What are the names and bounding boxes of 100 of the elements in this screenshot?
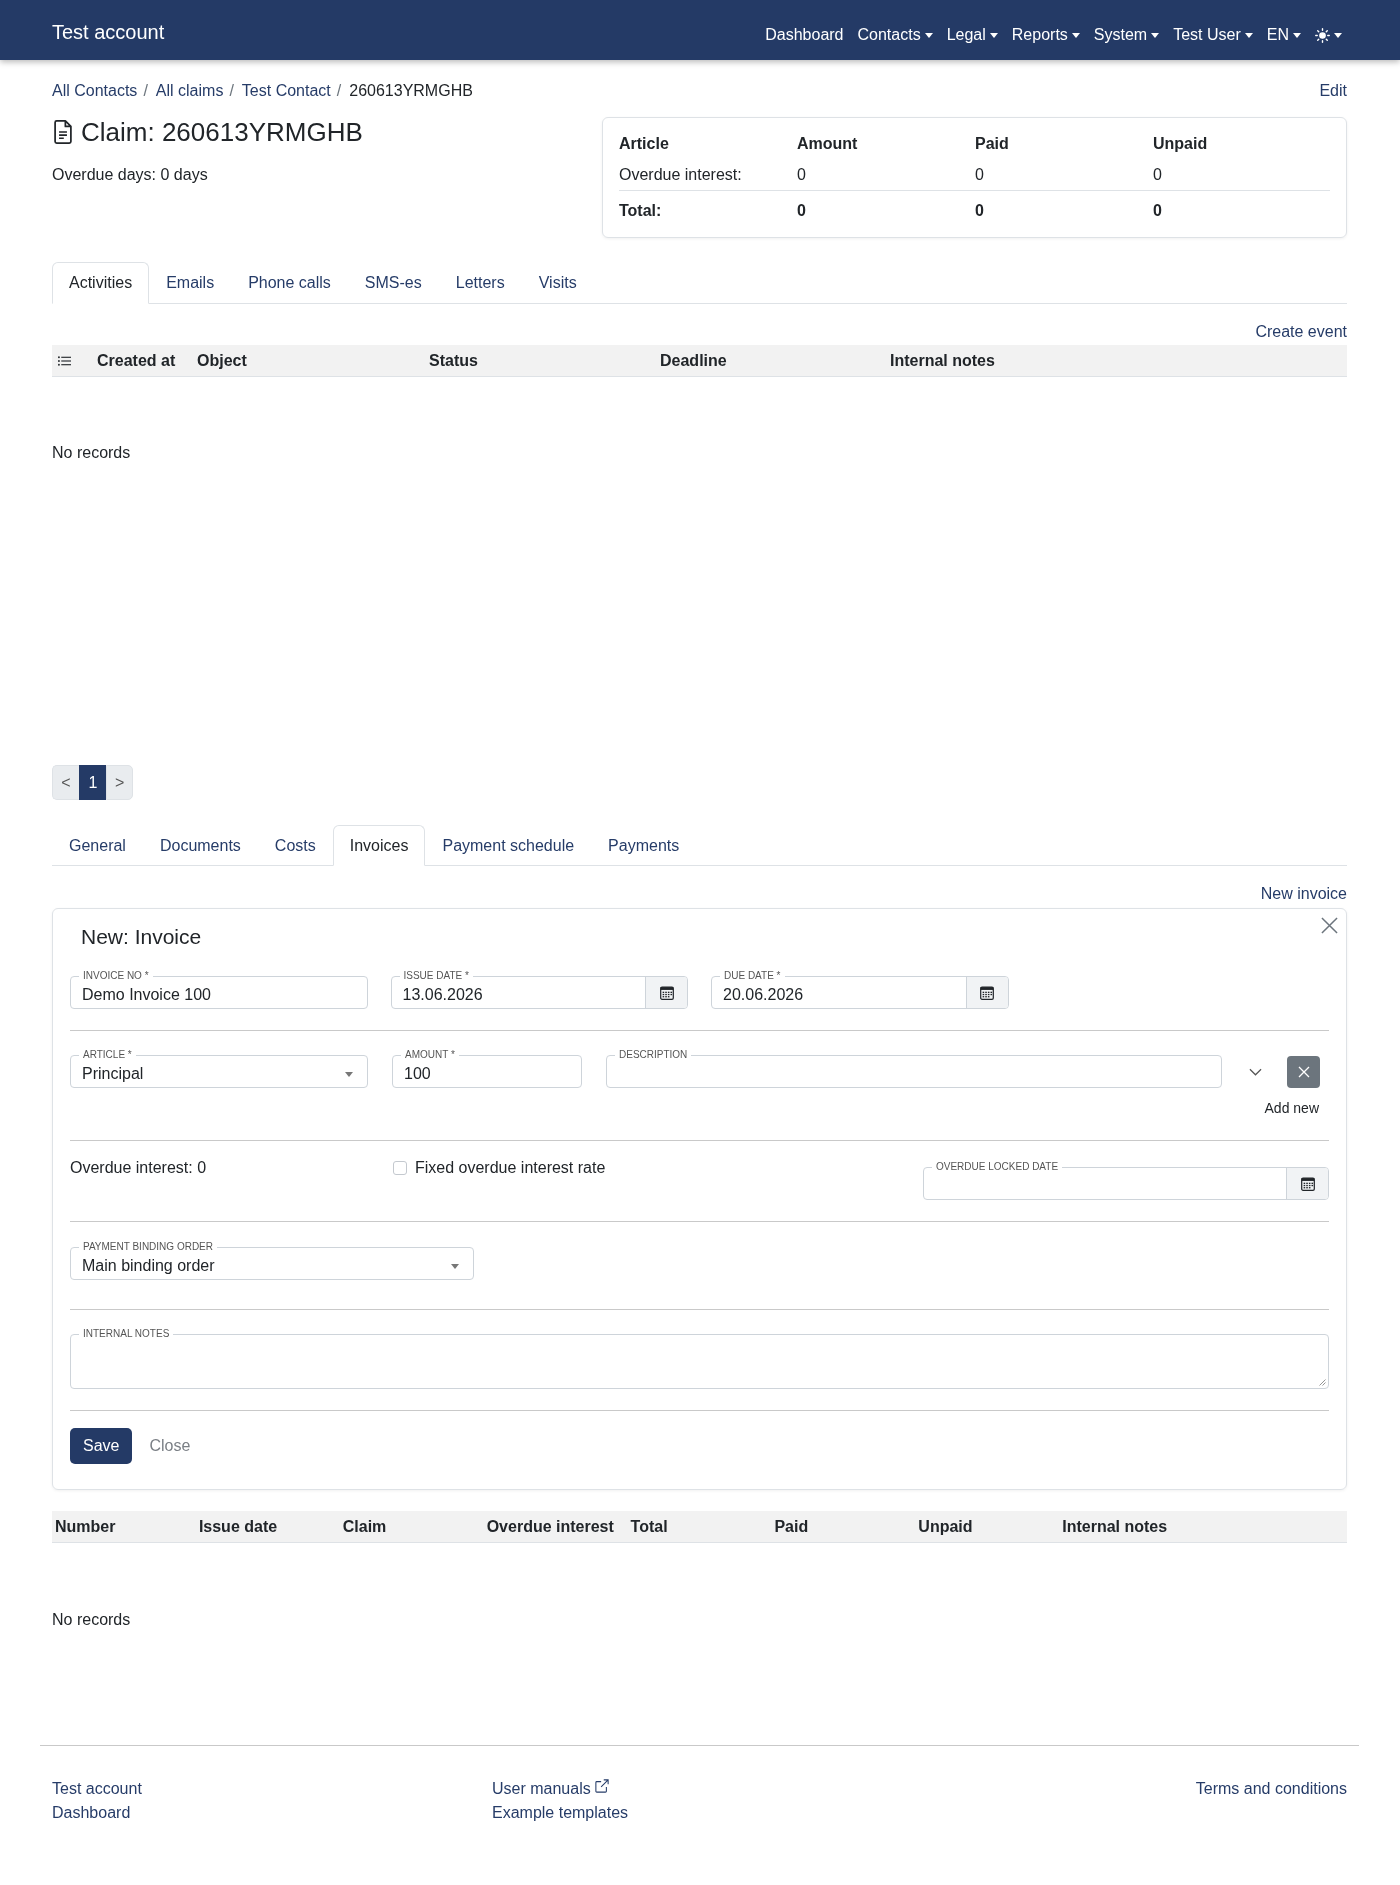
select-field[interactable]: PAYMENT BINDING ORDER Main binding order <box>70 1241 474 1280</box>
field-label: INVOICE NO * <box>82 970 150 982</box>
table-cell-text: 0 <box>797 166 807 184</box>
calendar-button[interactable] <box>965 977 1008 1008</box>
tab[interactable]: General <box>52 825 143 866</box>
breadcrumb-link[interactable]: All Contacts <box>52 79 138 103</box>
nav-dropdown[interactable]: Legal <box>946 23 998 47</box>
tab[interactable]: Payment schedule <box>425 825 592 866</box>
footer-link[interactable]: User manuals <box>492 1777 609 1801</box>
brand-link[interactable]: Test account <box>52 18 165 46</box>
field-label: PAYMENT BINDING ORDER <box>82 1241 214 1253</box>
calendar-icon <box>1300 1176 1315 1191</box>
tab[interactable]: Invoices <box>332 825 426 866</box>
caret-icon <box>1334 32 1342 38</box>
breadcrumb-link[interactable]: Test Contact <box>241 79 331 103</box>
column-header: Object <box>196 351 248 370</box>
column-header: Overdue interest <box>485 1517 615 1536</box>
caret-icon <box>451 1263 459 1269</box>
pagination-next[interactable]: > <box>106 765 134 800</box>
create-event-link[interactable]: Create event <box>1255 320 1347 344</box>
nav-dropdown[interactable]: Reports <box>1011 23 1080 47</box>
new-invoice-link[interactable]: New invoice <box>1260 882 1347 906</box>
field-label: ISSUE DATE * <box>402 970 470 982</box>
page-button[interactable]: 1 <box>79 765 106 800</box>
tab[interactable]: Documents <box>142 825 258 866</box>
tab[interactable]: Payments <box>591 825 697 866</box>
calendar-button[interactable] <box>1286 1168 1328 1199</box>
textarea-field[interactable]: INTERNAL NOTES <box>70 1328 1329 1389</box>
breadcrumb-separator: / <box>229 81 234 101</box>
calendar-button[interactable] <box>645 977 687 1008</box>
add-new-link[interactable]: Add new <box>1264 1098 1319 1118</box>
table-cell-text: 0 <box>1153 166 1163 184</box>
field-label: OVERDUE LOCKED DATE <box>935 1161 1060 1173</box>
breadcrumb-separator: / <box>143 81 148 101</box>
checkbox[interactable] <box>393 1161 407 1175</box>
table-cell-text: 0 <box>1153 201 1163 220</box>
save-button[interactable]: Save <box>70 1428 133 1464</box>
remove-button[interactable] <box>1287 1056 1320 1088</box>
claim-title: Claim: 260613YRMGHB <box>81 117 363 147</box>
column-header: Total <box>629 1517 669 1536</box>
column-header: Deadline <box>659 351 728 370</box>
footer-link[interactable]: Dashboard <box>52 1801 131 1825</box>
input-field[interactable]: AMOUNT * 100 <box>392 1049 582 1088</box>
nav-dropdown[interactable]: EN <box>1266 23 1301 47</box>
column-header: Unpaid <box>1153 134 1209 153</box>
edit-link[interactable]: Edit <box>1319 79 1347 103</box>
tab[interactable]: Activities <box>52 262 150 304</box>
date-field[interactable]: DUE DATE * 20.06.2026 <box>711 970 1009 1009</box>
resize-grip-icon[interactable] <box>1319 1379 1326 1386</box>
column-header: Paid <box>975 134 1010 153</box>
nav-dropdown[interactable]: Test User <box>1173 23 1253 47</box>
field-label: DESCRIPTION <box>618 1049 689 1061</box>
overdue-days-text: Overdue days: 0 days <box>52 165 209 185</box>
list-icon[interactable] <box>58 355 71 366</box>
input-field[interactable]: INVOICE NO * Demo Invoice 100 <box>70 970 368 1009</box>
tab[interactable]: Costs <box>257 825 333 866</box>
nav-link[interactable]: Dashboard <box>765 23 844 47</box>
footer-link[interactable]: Terms and conditions <box>1195 1777 1347 1801</box>
tab[interactable]: Phone calls <box>231 262 348 304</box>
caret-icon <box>989 32 998 38</box>
tab[interactable]: Visits <box>521 262 594 304</box>
caret-icon <box>1071 32 1080 38</box>
nav-dropdown[interactable]: Contacts <box>857 23 933 47</box>
field-label: DUE DATE * <box>723 970 782 982</box>
column-header: Created at <box>96 351 177 370</box>
breadcrumb-current: 260613YRMGHB <box>349 81 473 101</box>
column-header: Internal notes <box>1061 1517 1169 1536</box>
footer-link[interactable]: Example templates <box>492 1801 629 1825</box>
tab[interactable]: Letters <box>438 262 522 304</box>
close-icon <box>1321 917 1338 934</box>
tab[interactable]: SMS-es <box>347 262 439 304</box>
form-title: New: Invoice <box>81 924 202 950</box>
caret-icon <box>924 32 933 38</box>
table-cell-text: 0 <box>975 166 985 184</box>
caret-icon <box>1293 32 1301 38</box>
close-button[interactable] <box>1321 917 1338 934</box>
empty-message: No records <box>52 443 132 463</box>
close-link[interactable]: Close <box>149 1434 191 1458</box>
field-label: INTERNAL NOTES <box>82 1328 171 1340</box>
column-header: Unpaid <box>917 1517 974 1536</box>
theme-menu-button[interactable] <box>1315 27 1342 43</box>
select-field[interactable]: ARTICLE * Principal <box>70 1049 368 1088</box>
date-field[interactable]: OVERDUE LOCKED DATE <box>923 1161 1329 1200</box>
calendar-icon <box>659 985 674 1000</box>
nav-dropdown[interactable]: System <box>1093 23 1160 47</box>
date-field[interactable]: ISSUE DATE * 13.06.2026 <box>390 970 688 1009</box>
input-field[interactable]: DESCRIPTION <box>606 1049 1222 1088</box>
column-header: Issue date <box>197 1517 279 1536</box>
column-header: Number <box>54 1517 117 1536</box>
breadcrumb-link[interactable]: All claims <box>155 79 224 103</box>
chevron-down-icon[interactable] <box>1249 1068 1262 1076</box>
sun-icon <box>1315 27 1330 43</box>
pagination-previous[interactable]: < <box>52 765 79 800</box>
footer-link[interactable]: Test account <box>52 1777 142 1801</box>
calendar-icon <box>980 985 994 1000</box>
tab[interactable]: Emails <box>149 262 232 304</box>
field-label: AMOUNT * <box>404 1049 456 1061</box>
caret-icon <box>1244 32 1253 38</box>
table-cell-text: 0 <box>797 201 807 220</box>
column-header: Article <box>619 134 670 153</box>
